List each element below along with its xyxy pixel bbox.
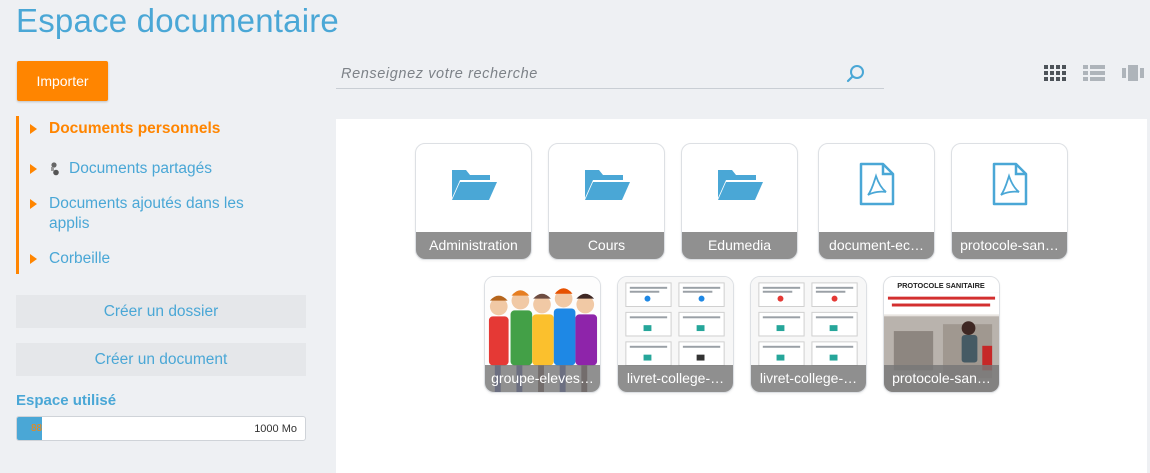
storage-total-value: 1000 Mo [254,423,297,435]
image-tile-livret-college-2[interactable]: livret-college-… [750,276,867,393]
grid-icon[interactable] [1044,65,1066,81]
file-name: Administration [416,232,531,259]
create-folder-button[interactable]: Créer un dossier [16,295,306,328]
tree-item-shared-documents[interactable]: Documents partagés [30,159,212,179]
tree-item-label: Corbeille [49,250,111,267]
caret-right-icon[interactable] [30,199,37,209]
storage-label: Espace utilisé [16,392,117,409]
file-name: livret-college-… [751,365,866,392]
storage-used-value: 88 [31,423,43,434]
search-bar [336,60,884,89]
pdf-tile-protocole[interactable]: protocole-san… [951,143,1068,260]
image-tile-livret-college-1[interactable]: livret-college-… [617,276,734,393]
import-button[interactable]: Importer [17,61,108,101]
tree-item-trash[interactable]: Corbeille [30,249,110,269]
storage-quota-bar: 88 1000 Mo [16,416,306,441]
pdf-tile-document[interactable]: document-ec… [818,143,935,260]
folder-tile-cours[interactable]: Cours [548,143,665,260]
caret-right-icon[interactable] [30,164,37,174]
documents-panel: Administration Cours Edumedia document-e… [336,119,1147,473]
folder-tile-administration[interactable]: Administration [415,143,532,260]
file-name: groupe-eleves… [485,365,600,392]
folder-icon [584,170,630,200]
file-name: livret-college-… [618,365,733,392]
file-name: Cours [549,232,664,259]
search-input[interactable] [336,60,836,88]
tree-item-app-documents[interactable]: Documents ajoutés dans les applis [30,194,270,234]
tree-item-label: Documents personnels [49,120,221,137]
tree-item-label: Documents ajoutés dans les applis [49,195,244,232]
caret-right-icon[interactable] [30,124,37,134]
folder-tile-edumedia[interactable]: Edumedia [681,143,798,260]
thumbnail-title: PROTOCOLE SANITAIRE [897,281,985,290]
create-document-button[interactable]: Créer un document [16,343,306,376]
pdf-file-icon [859,162,894,206]
view-mode-toggles [1044,65,1144,81]
pdf-file-icon [992,162,1027,206]
image-tile-groupe-eleves[interactable]: groupe-eleves… [484,276,601,393]
tree-item-label: Documents partagés [69,160,213,177]
folder-tree: Documents personnels Documents partagés … [16,116,306,274]
file-name: document-ec… [819,232,934,259]
image-tile-protocole-sanitaire[interactable]: PROTOCOLE SANITAIRE protocole-san… [883,276,1000,393]
share-icon [51,162,59,176]
folder-icon [451,170,497,200]
file-name: protocole-san… [884,365,999,392]
list-icon[interactable] [1083,65,1105,81]
carousel-icon[interactable] [1122,65,1144,81]
caret-right-icon[interactable] [30,254,37,264]
file-name: protocole-san… [952,232,1067,259]
file-name: Edumedia [682,232,797,259]
page-title: Espace documentaire [16,2,339,39]
search-icon[interactable] [846,64,866,84]
folder-icon [717,170,763,200]
tree-item-personal-documents[interactable]: Documents personnels [30,119,220,139]
